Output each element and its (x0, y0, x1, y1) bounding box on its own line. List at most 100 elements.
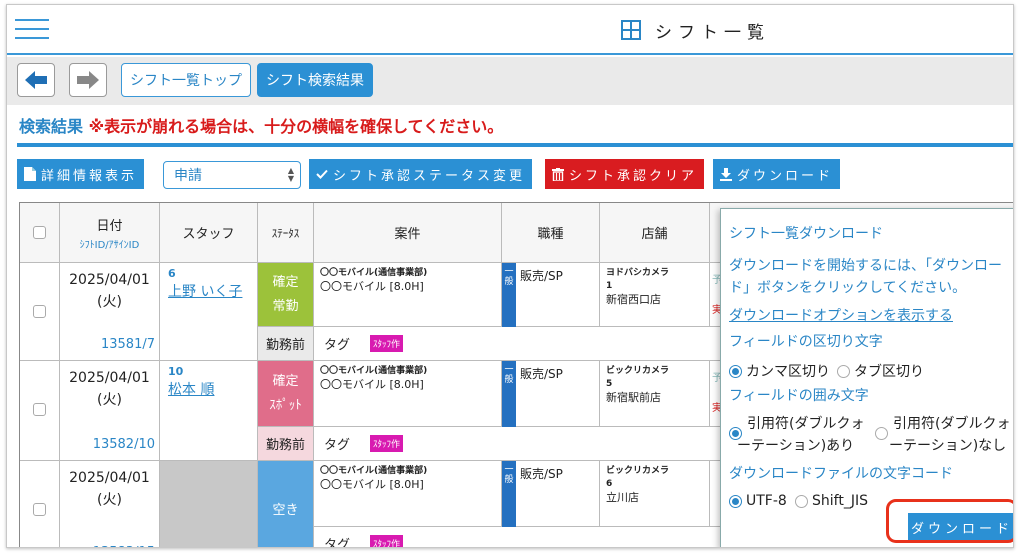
page-title-group: シフト一覧 (621, 17, 770, 43)
check-icon (316, 169, 328, 179)
sub-status-label: 勤務前 (265, 338, 305, 353)
download-button[interactable]: ダウンロード (713, 159, 841, 189)
status-primary: 確定 (272, 274, 299, 290)
select-all-checkbox[interactable] (33, 226, 46, 239)
header-store-label: 店舗 (641, 227, 668, 242)
row-checkbox[interactable] (33, 403, 46, 416)
header-select-all (20, 203, 60, 263)
download-icon (720, 167, 732, 181)
enclosure-label: フィールドの囲み文字 (729, 388, 869, 404)
row-store: ヨドバシカメラ 1 新宿西口店 (600, 263, 710, 327)
staff-number: 10 (168, 365, 184, 378)
row-date-value: 2025/04/01 (69, 370, 150, 386)
search-result-heading: 検索結果 ※表示が崩れる場合は、十分の横幅を確保してください。 (19, 113, 503, 137)
enclosure-quote-off-label: 引用符(ダブルクォ ーテーション)なし (889, 413, 1011, 457)
store-chain: ビックリカメラ (606, 366, 670, 376)
row-date: 2025/04/01 (火) 13582/10 (60, 361, 160, 461)
tag-badge[interactable]: ｽﾀｯﾌ作 (370, 435, 404, 452)
row-date-value: 2025/04/01 (69, 470, 150, 486)
arrow-right-icon (77, 71, 99, 89)
show-options-link[interactable]: ダウンロードオプションを表示する (729, 305, 953, 325)
tag-badge[interactable]: ｽﾀｯﾌ作 (370, 535, 404, 547)
radio-unselected-icon (795, 494, 808, 508)
row-shift-id[interactable]: 13583/15 (93, 542, 155, 547)
case-detail: 〇〇モバイル [8.0H] (320, 280, 424, 293)
row-shift-id[interactable]: 13582/10 (93, 434, 155, 456)
select-caret-icon: ▲ ▼ (287, 166, 294, 183)
row-weekday: (火) (97, 492, 122, 508)
approval-clear-button[interactable]: シフト承認クリア (545, 159, 705, 189)
popup-title: シフト一覧ダウンロード (729, 226, 883, 242)
top-header: シフト一覧 (7, 5, 1013, 55)
trash-icon (552, 167, 564, 181)
job-name: 販売/SP (520, 269, 563, 283)
detail-info-button[interactable]: 詳細情報表示 (17, 159, 145, 189)
store-number: 6 (606, 479, 613, 489)
table-row (20, 461, 60, 547)
delimiter-comma-radio[interactable]: カンマ区切り (729, 361, 830, 381)
header-job-label: 職種 (537, 227, 564, 242)
tag-label: タグ (324, 438, 351, 453)
table-row (20, 361, 60, 461)
store-branch: 新宿駅前店 (606, 391, 661, 404)
status-secondary: 常勤 (272, 298, 299, 314)
row-staff: 10 松本 順 (160, 361, 258, 461)
radio-selected-icon (729, 494, 742, 508)
row-case: 〇〇モバイル(通信事業部) 〇〇モバイル [8.0H] (314, 263, 502, 327)
tag-label: タグ (324, 338, 351, 353)
job-type-badge: 一般 (502, 263, 516, 327)
row-job: 一般 販売/SP (502, 361, 600, 427)
heading-divider (17, 143, 1013, 147)
status-badge: 確定 常勤 (258, 263, 314, 327)
row-case: 〇〇モバイル(通信事業部) 〇〇モバイル [8.0H] (314, 461, 502, 527)
case-detail: 〇〇モバイル [8.0H] (320, 478, 424, 491)
encoding-utf8-radio[interactable]: UTF-8 (729, 493, 787, 509)
page-title: シフト一覧 (655, 22, 770, 43)
delimiter-tab-radio[interactable]: タブ区切り (837, 361, 924, 381)
back-button[interactable] (17, 63, 55, 97)
staff-number: 6 (168, 267, 176, 280)
header-job: 職種 (502, 203, 600, 263)
radio-unselected-icon (837, 364, 850, 378)
case-name: 〇〇モバイル(通信事業部) (320, 366, 428, 376)
row-checkbox[interactable] (33, 503, 46, 516)
row-date: 2025/04/01 (火) 13583/15 (60, 461, 160, 547)
approval-status-value: 申請 (174, 168, 202, 184)
approval-status-select[interactable]: 申請 ▲ ▼ (163, 161, 301, 189)
header-status-label: ｽﾃｰﾀｽ (271, 226, 300, 240)
detail-info-label: 詳細情報表示 (41, 168, 138, 184)
status-change-button[interactable]: シフト承認ステータス変更 (309, 159, 533, 189)
store-chain: ビックリカメラ (606, 466, 670, 476)
staff-name-link[interactable]: 上野 いく子 (168, 281, 242, 301)
job-type-badge: 一般 (502, 461, 516, 527)
hamburger-icon[interactable] (15, 19, 49, 41)
enclosure-quote-off-label-line2: ーテーション)なし (889, 438, 1007, 454)
enclosure-quote-on-label-line1: 引用符(ダブルクォ (747, 416, 865, 432)
table-row (20, 263, 60, 361)
row-checkbox[interactable] (33, 305, 46, 318)
encoding-sjis-radio[interactable]: Shift_JIS (795, 493, 868, 509)
row-store: ビックリカメラ 6 立川店 (600, 461, 710, 527)
layout-warning: ※表示が崩れる場合は、十分の横幅を確保してください。 (88, 117, 504, 136)
enclosure-quote-on-label-line2: ーテーション)あり (737, 438, 855, 454)
job-name: 販売/SP (520, 367, 563, 381)
download-button-highlight (886, 499, 1013, 543)
breadcrumb-shift-list-top[interactable]: シフト一覧トップ (121, 63, 251, 97)
popup-instruction: ダウンロードを開始するには、「ダウンロード」ボタンをクリックしてください。 (729, 258, 1002, 296)
sub-status: 勤務前 (258, 427, 314, 461)
row-shift-id[interactable]: 13581/7 (101, 334, 155, 356)
tag-label: タグ (324, 538, 351, 548)
delimiter-label: フィールドの区切り文字 (729, 334, 883, 350)
radio-unselected-icon (875, 427, 888, 440)
enclosure-quote-off-label-line1: 引用符(ダブルクォ (893, 416, 1011, 432)
tag-badge[interactable]: ｽﾀｯﾌ作 (370, 335, 404, 352)
delimiter-tab-label: タブ区切り (854, 364, 924, 380)
breadcrumb-shift-search-result[interactable]: シフト検索結果 (257, 63, 373, 97)
header-status: ｽﾃｰﾀｽ (258, 203, 314, 263)
status-change-label: シフト承認ステータス変更 (333, 168, 526, 184)
row-weekday: (火) (97, 294, 122, 310)
nav-bar: シフト一覧トップ シフト検索結果 (7, 57, 1013, 105)
row-date-value: 2025/04/01 (69, 272, 150, 288)
staff-name-link[interactable]: 松本 順 (168, 379, 214, 399)
forward-button[interactable] (69, 63, 107, 97)
